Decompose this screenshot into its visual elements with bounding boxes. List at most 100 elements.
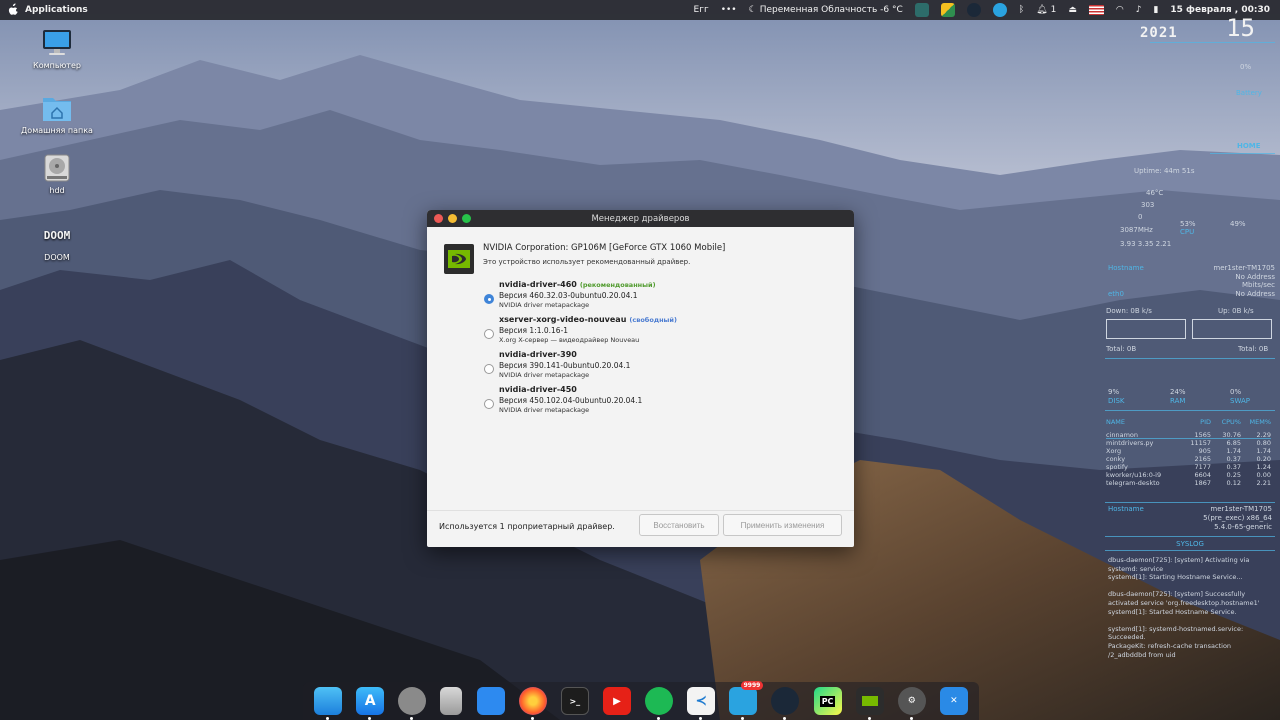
process-row: conky 2165 0.37 0.20 — [1106, 455, 1271, 463]
unread-badge: 9999 — [740, 681, 764, 690]
google-drive-tray-icon[interactable] — [940, 3, 955, 17]
driver-name: xserver-xorg-video-nouveau — [499, 315, 627, 324]
process-mem: 1.24 — [1256, 463, 1271, 471]
driver-manager-window: Менеджер драйверов NVIDIA Corporation: G… — [427, 210, 854, 547]
process-cpu: 0.12 — [1226, 479, 1241, 487]
bluetooth-icon[interactable]: ᛒ — [1019, 5, 1024, 15]
process-mem: 0.00 — [1256, 471, 1271, 479]
apple-menu-icon[interactable] — [8, 3, 19, 18]
us-flag-icon[interactable] — [1088, 5, 1104, 15]
maximize-button[interactable] — [462, 214, 471, 223]
conky-separator — [1105, 536, 1275, 537]
desktop-icon-label: Компьютер — [33, 61, 81, 70]
more-applets-button[interactable]: ••• — [721, 5, 737, 15]
desktop-icon-home[interactable]: Домашняя папка — [12, 93, 102, 135]
swap-percent: 0% — [1230, 388, 1242, 396]
driver-name: nvidia-driver-390 — [499, 350, 577, 359]
drive-icon[interactable]: ⏏ — [1068, 5, 1077, 15]
process-header-cpu: CPU% — [1221, 418, 1241, 426]
bell-icon: 🔔︎ — [1036, 5, 1048, 15]
driver-radio[interactable] — [484, 399, 494, 409]
driver-radio[interactable] — [484, 364, 494, 374]
youtube-icon[interactable]: ▶ — [602, 687, 631, 715]
settings-gear-icon[interactable]: ⚙ — [897, 687, 926, 720]
driver-radio[interactable] — [484, 329, 494, 339]
desktop-icon-computer[interactable]: Компьютер — [12, 28, 102, 70]
conky-separator — [1150, 42, 1275, 43]
notification-count: 1 — [1050, 5, 1057, 15]
process-pid: 11157 — [1190, 439, 1211, 447]
process-mem: 0.20 — [1256, 455, 1271, 463]
keyboard-layout[interactable]: Eгг — [694, 5, 709, 15]
revert-button[interactable]: Восстановить — [639, 514, 719, 536]
upload-speed: Up: 0B k/s — [1218, 307, 1254, 315]
music-note-icon[interactable]: ♪ — [1136, 5, 1142, 15]
process-header-name: NAME — [1106, 418, 1126, 426]
xcode-tools-icon[interactable]: ✕ — [939, 687, 968, 715]
driver-radio[interactable] — [484, 294, 494, 304]
top-panel: Applications Eгг ••• ☾ Переменная Облачн… — [0, 0, 1280, 20]
wifi-icon[interactable]: ◠ — [1116, 5, 1124, 15]
cpu-frequency: 3087MHz — [1120, 226, 1153, 234]
nvidia-settings-icon[interactable] — [855, 687, 884, 720]
process-mem: 0.80 — [1256, 439, 1271, 447]
load-average: 3.93 3.35 2.21 — [1120, 240, 1172, 248]
firefox-icon[interactable] — [518, 687, 547, 720]
process-name: mintdrivers.py — [1106, 439, 1154, 447]
sys-hostname: mer1ster-TM1705 — [1210, 505, 1272, 513]
notifications-applet[interactable]: 🔔︎ 1 — [1036, 5, 1056, 15]
process-table-header: NAME PID CPU% MEM% — [1106, 418, 1271, 426]
process-header-mem: MEM% — [1249, 418, 1272, 426]
process-table: NAME PID CPU% MEM% cinnamon 1565 30.76 2.29… — [1106, 418, 1271, 487]
driver-version: Версия 450.102.04-0ubuntu0.20.04.1 — [499, 396, 643, 405]
conky-separator — [1210, 153, 1275, 154]
window-titlebar[interactable]: Менеджер драйверов — [427, 210, 854, 227]
file-manager-icon[interactable] — [476, 687, 505, 715]
steam-tray-icon[interactable] — [966, 3, 981, 17]
apply-changes-button[interactable]: Применить изменения — [723, 514, 842, 536]
volume-icon[interactable]: ▮ — [1153, 5, 1158, 15]
desktop-icon-doom[interactable]: DOOM DOOM — [12, 220, 102, 263]
steam-icon[interactable] — [771, 687, 800, 720]
process-header-pid: PID — [1200, 418, 1211, 426]
terminal-icon[interactable]: >_ — [560, 687, 589, 715]
process-row: Xorg 905 1.74 1.74 — [1106, 447, 1271, 455]
spotify-icon[interactable] — [645, 687, 674, 720]
close-button[interactable] — [434, 214, 443, 223]
applications-menu[interactable]: Applications — [25, 5, 88, 15]
telegram-icon[interactable]: 9999 — [729, 681, 764, 720]
process-row: spotify 7177 0.37 1.24 — [1106, 463, 1271, 471]
trash-icon[interactable] — [440, 687, 463, 715]
driver-description: NVIDIA driver metapackage — [499, 301, 590, 309]
desktop-icon-hdd[interactable]: hdd — [12, 153, 102, 195]
telegram-tray-icon[interactable] — [992, 3, 1007, 17]
process-name: spotify — [1106, 463, 1128, 471]
conky-separator — [1105, 502, 1275, 503]
clock[interactable]: 15 февраля , 00:30 — [1170, 5, 1270, 15]
pycharm-label: PC — [819, 695, 836, 707]
driver-version: Версия 460.32.03-0ubuntu0.20.04.1 — [499, 291, 638, 300]
system-monitor-tray-icon[interactable] — [914, 3, 929, 17]
desktop-icon-label: DOOM — [44, 253, 70, 262]
driver-tag: (свободный) — [629, 316, 677, 324]
weather-applet[interactable]: ☾ Переменная Облачность -6 °C — [749, 5, 903, 15]
process-pid: 905 — [1198, 447, 1211, 455]
finder-icon[interactable] — [314, 687, 343, 720]
system-preferences-icon[interactable] — [398, 687, 427, 720]
hard-drive-icon — [44, 154, 70, 182]
conky-separator — [1105, 410, 1275, 411]
desktop-icon-label: hdd — [49, 186, 65, 195]
swap-label: SWAP — [1230, 397, 1250, 405]
pycharm-icon[interactable]: PC — [813, 687, 842, 715]
process-row: mintdrivers.py 11157 6.85 0.80 — [1106, 439, 1271, 447]
process-name: kworker/u16:0-i9 — [1106, 471, 1162, 479]
process-row: kworker/u16:0-i9 6604 0.25 0.00 — [1106, 471, 1271, 479]
app-store-icon[interactable]: A — [356, 687, 385, 720]
conky-separator — [1106, 438, 1271, 439]
minimize-button[interactable] — [448, 214, 457, 223]
window-content: NVIDIA Corporation: GP106M [GeForce GTX … — [427, 227, 854, 547]
home-folder-icon — [43, 98, 71, 121]
driver-description: NVIDIA driver metapackage — [499, 406, 590, 414]
cloud-moon-icon: ☾ — [748, 5, 757, 15]
vscode-icon[interactable]: ≺ — [687, 687, 716, 720]
